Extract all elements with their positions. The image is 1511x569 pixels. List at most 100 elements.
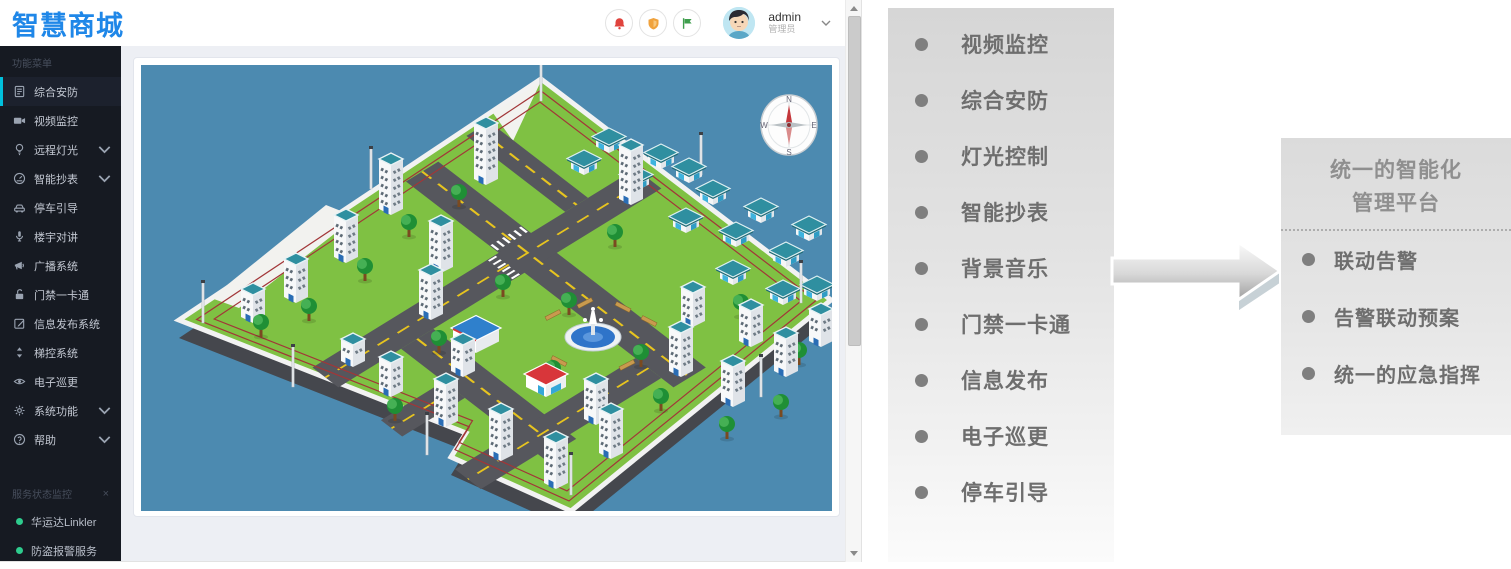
platform-title-line2: 管理平台 xyxy=(1281,187,1511,220)
user-role: 管理员 xyxy=(768,25,801,35)
sidebar-item-label: 梯控系统 xyxy=(34,345,78,361)
features-panel: 视频监控 综合安防 灯光控制 智能抄表 背景音乐 门禁一卡通 信息发布 电子巡更… xyxy=(888,8,1114,562)
app-header: 智慧商城 admin xyxy=(0,0,845,47)
platform-item: 告警联动预案 xyxy=(1281,288,1511,345)
bell-button[interactable] xyxy=(605,9,633,37)
shield-button[interactable] xyxy=(639,9,667,37)
right-arrow-3d xyxy=(1110,234,1288,318)
feature-item: 电子巡更 xyxy=(888,408,1114,464)
feature-item: 灯光控制 xyxy=(888,128,1114,184)
bullet-icon xyxy=(915,486,928,499)
scrollbar-thumb[interactable] xyxy=(848,16,861,346)
bullet-icon xyxy=(1302,253,1315,266)
sidebar-item-label: 系统功能 xyxy=(34,403,78,419)
edit-icon xyxy=(13,317,26,330)
sidebar-item-system-functions[interactable]: 系统功能 xyxy=(0,396,121,425)
eye-icon xyxy=(13,375,26,388)
sidebar-item-label: 楼宇对讲 xyxy=(34,229,78,245)
service-item[interactable]: 华运达Linkler xyxy=(0,507,121,536)
flag-button[interactable] xyxy=(673,9,701,37)
feature-item: 综合安防 xyxy=(888,72,1114,128)
bell-icon xyxy=(613,17,626,30)
service-name: 华运达Linkler xyxy=(31,514,96,530)
sidebar-item-label: 智能抄表 xyxy=(34,171,78,187)
bullet-icon xyxy=(915,262,928,275)
compass-e-label: E xyxy=(811,121,816,130)
gauge-icon xyxy=(13,172,26,185)
platform-item: 联动告警 xyxy=(1281,231,1511,288)
bullet-icon xyxy=(915,318,928,331)
sidebar-item-broadcast-system[interactable]: 广播系统 xyxy=(0,251,121,280)
feature-item: 智能抄表 xyxy=(888,184,1114,240)
bullet-icon xyxy=(915,430,928,443)
compass-w-label: W xyxy=(760,121,768,130)
chevron-down-icon xyxy=(98,433,111,446)
gear-icon xyxy=(13,404,26,417)
shield-icon xyxy=(647,17,660,30)
sidebar-item-label: 停车引导 xyxy=(34,200,78,216)
sidebar-item-label: 视频监控 xyxy=(34,113,78,129)
service-item[interactable]: 防盗报警服务 xyxy=(0,536,121,561)
sidebar-item-comprehensive-security[interactable]: 综合安防 xyxy=(0,77,121,106)
sidebar-item-label: 广播系统 xyxy=(34,258,78,274)
sidebar-item-label: 远程灯光 xyxy=(34,142,78,158)
elevator-icon xyxy=(13,346,26,359)
app-logo: 智慧商城 xyxy=(0,4,124,43)
sidebar: 功能菜单 综合安防 视频监控 远程灯光 智能抄表 停车引导 楼宇对讲 xyxy=(0,46,121,561)
chevron-down-icon xyxy=(98,143,111,156)
user-name: admin xyxy=(768,11,801,24)
bullet-icon xyxy=(915,94,928,107)
bullet-icon xyxy=(1302,367,1315,380)
sidebar-item-label: 综合安防 xyxy=(34,84,78,100)
sidebar-item-info-publishing[interactable]: 信息发布系统 xyxy=(0,309,121,338)
compass-n-label: N xyxy=(786,95,792,104)
close-icon[interactable]: × xyxy=(103,488,109,500)
platform-title-line1: 统一的智能化 xyxy=(1281,154,1511,187)
flag-icon xyxy=(681,17,694,30)
avatar-image xyxy=(723,7,755,39)
lock-icon xyxy=(13,288,26,301)
vertical-scrollbar[interactable] xyxy=(845,0,861,562)
scroll-up-icon[interactable] xyxy=(846,1,861,16)
sidebar-item-remote-lighting[interactable]: 远程灯光 xyxy=(0,135,121,164)
chevron-down-icon xyxy=(821,19,831,27)
status-dot-icon xyxy=(16,518,23,525)
service-name: 防盗报警服务 xyxy=(31,543,97,559)
sidebar-item-label: 电子巡更 xyxy=(34,374,78,390)
compass-s-label: S xyxy=(786,148,791,157)
feature-item: 门禁一卡通 xyxy=(888,296,1114,352)
platform-panel: 统一的智能化 管理平台 联动告警 告警联动预案 统一的应急指挥 xyxy=(1281,138,1511,435)
feature-item: 视频监控 xyxy=(888,16,1114,72)
sidebar-item-parking-guidance[interactable]: 停车引导 xyxy=(0,193,121,222)
megaphone-icon xyxy=(13,259,26,272)
status-dot-icon xyxy=(16,547,23,554)
bullet-icon xyxy=(915,206,928,219)
feature-item: 背景音乐 xyxy=(888,240,1114,296)
sidebar-item-elevator-control[interactable]: 梯控系统 xyxy=(0,338,121,367)
sidebar-item-electronic-patrol[interactable]: 电子巡更 xyxy=(0,367,121,396)
sidebar-item-building-intercom[interactable]: 楼宇对讲 xyxy=(0,222,121,251)
user-meta[interactable]: admin 管理员 xyxy=(768,11,801,34)
service-status-header: 服务状态监控 × xyxy=(0,478,121,507)
sidebar-item-help[interactable]: 帮助 xyxy=(0,425,121,454)
bullet-icon xyxy=(1302,310,1315,323)
bullet-icon xyxy=(915,38,928,51)
user-menu-chevron[interactable] xyxy=(821,14,831,32)
avatar[interactable] xyxy=(723,7,755,39)
campus-map-card[interactable]: N E S W xyxy=(133,57,840,517)
sidebar-item-video-monitor[interactable]: 视频监控 xyxy=(0,106,121,135)
sidebar-section-label: 功能菜单 xyxy=(0,46,121,77)
bullet-icon xyxy=(915,374,928,387)
scroll-down-icon[interactable] xyxy=(846,546,861,561)
sidebar-item-access-control[interactable]: 门禁一卡通 xyxy=(0,280,121,309)
chevron-down-icon xyxy=(98,404,111,417)
feature-item: 信息发布 xyxy=(888,352,1114,408)
sidebar-item-smart-metering[interactable]: 智能抄表 xyxy=(0,164,121,193)
car-icon xyxy=(13,201,26,214)
bullet-icon xyxy=(915,150,928,163)
feature-item: 停车引导 xyxy=(888,464,1114,520)
sidebar-item-label: 门禁一卡通 xyxy=(34,287,89,303)
app-window: 智慧商城 admin xyxy=(0,0,862,562)
chevron-down-icon xyxy=(98,172,111,185)
service-status-title: 服务状态监控 xyxy=(12,486,72,501)
